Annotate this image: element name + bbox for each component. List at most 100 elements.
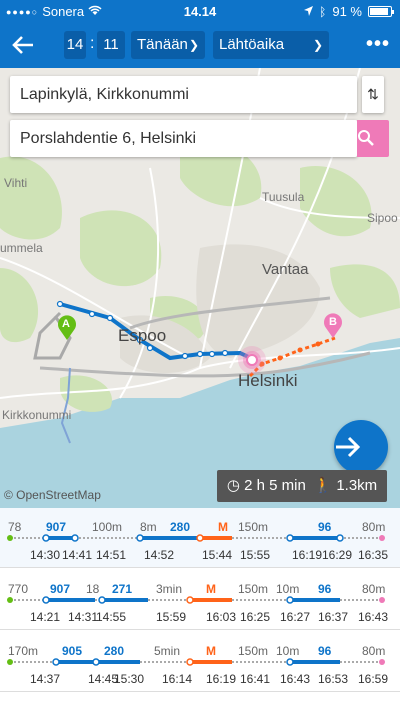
battery-level xyxy=(370,8,389,15)
destination-field[interactable]: Porslahdentie 6, Helsinki xyxy=(10,120,357,157)
day-dropdown-label: Tänään xyxy=(137,36,188,53)
battery-percent: 91 % xyxy=(332,4,362,19)
clock-icon: ◷ xyxy=(226,477,240,494)
duration-value: 2 h 5 min xyxy=(244,477,306,494)
chevron-down-icon: ❯ xyxy=(312,38,323,52)
origin-field[interactable]: Lapinkylä, Kirkkonummi xyxy=(10,76,357,113)
minute-picker[interactable]: 11 xyxy=(97,31,125,59)
mode-dropdown-label: Lähtöaika xyxy=(219,36,285,53)
time-label: 16:43 xyxy=(358,610,389,624)
time-label: 15:44 xyxy=(202,548,233,562)
back-button[interactable] xyxy=(8,30,38,60)
time-label: 16:37 xyxy=(318,610,349,624)
leg-bus: 96 xyxy=(318,582,332,596)
leg-bus: 905 xyxy=(62,644,83,658)
leg-walk: 18 xyxy=(86,582,100,596)
leg-bus: 96 xyxy=(318,644,332,658)
more-dots-icon: ••• xyxy=(365,33,390,55)
map-attribution[interactable]: © OpenStreetMap xyxy=(4,488,101,502)
time-label: 14:37 xyxy=(30,672,61,686)
leg-bus: 280 xyxy=(104,644,125,658)
itinerary-row-1[interactable]: 78 907 100m 8m 280 M 150m 96 80m 14:30 1… xyxy=(0,508,400,568)
start-route-button[interactable] xyxy=(334,420,388,474)
leg-walk: 80m xyxy=(362,582,386,596)
map-label-espoo: Espoo xyxy=(118,326,167,345)
leg-bus: 96 xyxy=(318,520,332,534)
leg-bus: 271 xyxy=(112,582,133,596)
time-separator: : xyxy=(90,35,95,52)
destination-marker-label: B xyxy=(329,316,337,328)
leg-walk: 150m xyxy=(238,520,269,534)
leg-walk: 170m xyxy=(8,644,39,658)
arrow-left-icon xyxy=(12,36,33,54)
time-label: 15:55 xyxy=(240,548,271,562)
leg-bus: 907 xyxy=(46,520,67,534)
map-label-tuusula: Tuusula xyxy=(262,190,305,204)
leg-metro: M xyxy=(206,582,216,596)
swap-button[interactable]: ⇅ xyxy=(362,76,384,113)
leg-walk: 150m xyxy=(238,644,269,658)
time-label: 14:41 xyxy=(62,548,93,562)
time-label: 16:14 xyxy=(162,672,193,686)
search-icon xyxy=(358,130,374,146)
chevron-down-icon: ❯ xyxy=(188,38,199,52)
status-right: ᛒ 91 % xyxy=(304,4,394,19)
time-label: 16:41 xyxy=(240,672,271,686)
duration-summary: ◷ 2 h 5 min xyxy=(227,470,306,502)
leg-wait: 3min xyxy=(156,582,183,596)
leg-walk: 770 xyxy=(8,582,29,596)
status-bar: ●●●●○ Sonera 14.14 ᛒ 91 % xyxy=(0,0,400,22)
route-map[interactable]: Vihti Tuusula Sipoo Vantaa Espoo Helsink… xyxy=(0,68,400,508)
search-button[interactable] xyxy=(357,120,389,157)
time-label: 16:53 xyxy=(318,672,349,686)
location-arrow-icon xyxy=(304,4,314,19)
itinerary-row-2[interactable]: 770 907 18 271 3min M 150m 10m 96 80m 14… xyxy=(0,570,400,630)
time-label: 15:59 xyxy=(156,610,187,624)
time-label: 14:51 xyxy=(96,548,127,562)
time-label: 16:29 xyxy=(322,548,353,562)
leg-wait: 10m xyxy=(276,582,300,596)
time-label: 16:19 xyxy=(206,672,237,686)
mode-dropdown[interactable]: Lähtöaika ❯ xyxy=(213,31,329,59)
leg-metro: M xyxy=(206,644,216,658)
time-label: 16:35 xyxy=(358,548,389,562)
map-label-nummela: ummela xyxy=(0,241,43,255)
map-label-vantaa: Vantaa xyxy=(262,261,309,278)
time-label: 16:25 xyxy=(240,610,271,624)
map-label-vihti: Vihti xyxy=(4,176,28,190)
itinerary-list: 78 907 100m 8m 280 M 150m 96 80m 14:30 1… xyxy=(0,508,400,711)
app-header: 14 : 11 Tänään ❯ Lähtöaika ❯ ••• xyxy=(0,22,400,68)
time-label: 15:30 xyxy=(114,672,145,686)
current-location-icon xyxy=(238,346,266,374)
time-label: 16:43 xyxy=(280,672,311,686)
time-label: 16:59 xyxy=(358,672,389,686)
battery-icon xyxy=(368,6,394,17)
day-dropdown[interactable]: Tänään ❯ xyxy=(131,31,205,59)
time-label: 16:27 xyxy=(280,610,311,624)
leg-walk: 150m xyxy=(238,582,269,596)
arrow-right-icon xyxy=(336,436,361,458)
time-label: 14:30 xyxy=(30,548,61,562)
map-label-sipoo: Sipoo xyxy=(367,211,398,225)
time-label: 14:52 xyxy=(144,548,175,562)
more-menu-button[interactable]: ••• xyxy=(366,31,390,57)
leg-wait: 8m xyxy=(140,520,157,534)
time-label: 14:31 xyxy=(68,610,99,624)
leg-bus: 280 xyxy=(170,520,191,534)
time-label: 16:03 xyxy=(206,610,237,624)
time-label: 16:19 xyxy=(292,548,323,562)
walk-summary: 🚶 1.3km xyxy=(313,470,377,502)
leg-walk: 80m xyxy=(362,520,386,534)
itinerary-row-3[interactable]: 170m 905 280 5min M 150m 10m 96 80m 14:3… xyxy=(0,632,400,692)
route-summary: ◷ 2 h 5 min 🚶 1.3km xyxy=(217,470,387,502)
leg-wait: 10m xyxy=(276,644,300,658)
swap-icon: ⇅ xyxy=(367,86,379,102)
walk-distance-value: 1.3km xyxy=(336,477,378,494)
map-label-helsinki: Helsinki xyxy=(238,371,298,390)
origin-marker-label: A xyxy=(62,318,70,330)
walk-icon: 🚶 xyxy=(313,477,333,494)
time-label: 14:55 xyxy=(96,610,127,624)
leg-walk: 80m xyxy=(362,644,386,658)
leg-walk: 100m xyxy=(92,520,123,534)
hour-picker[interactable]: 14 xyxy=(64,31,86,59)
